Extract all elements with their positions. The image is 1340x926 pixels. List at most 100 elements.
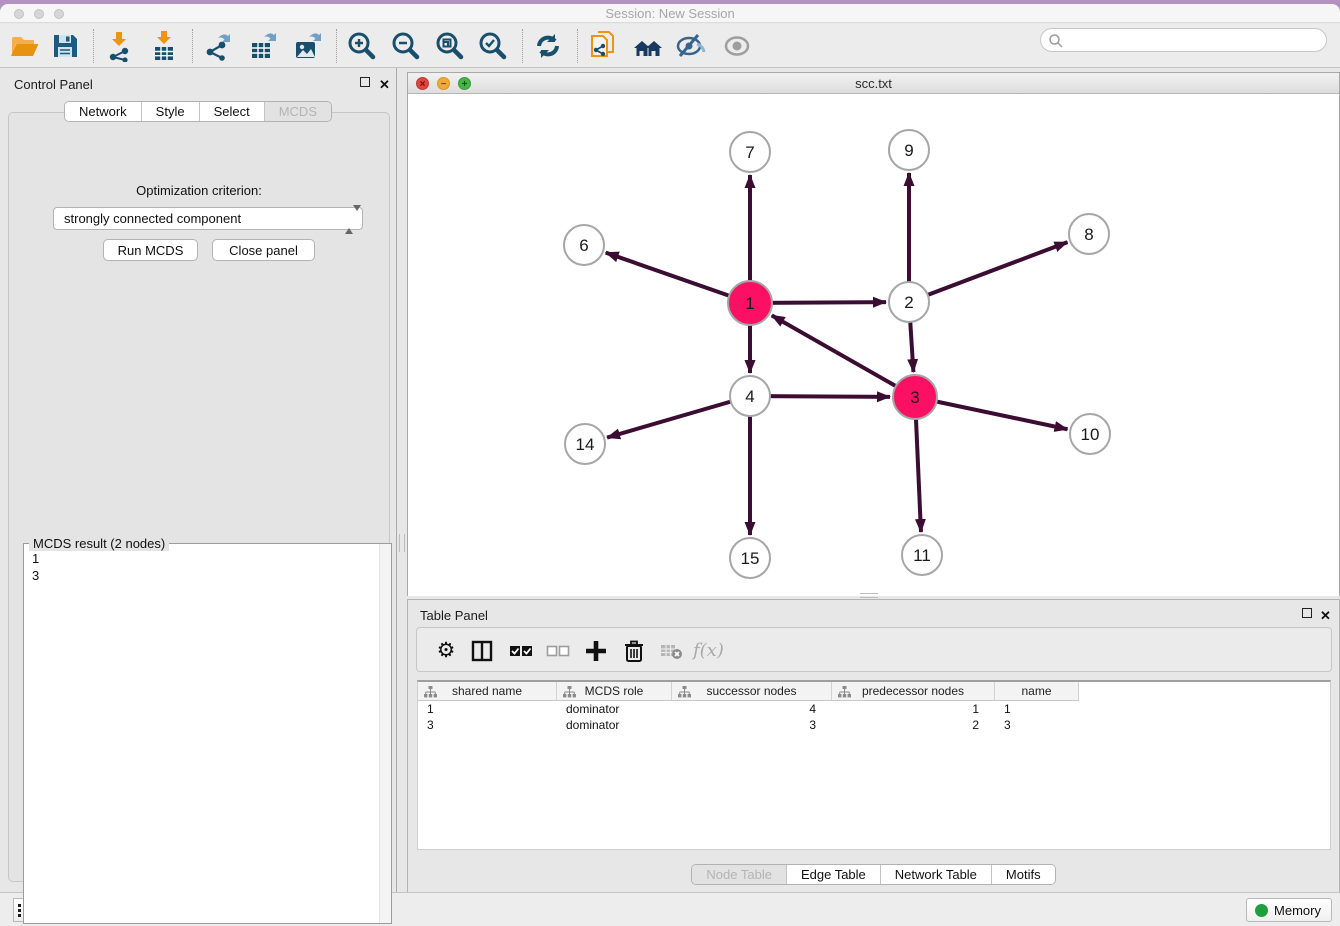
graph-edge-4-14[interactable] xyxy=(607,396,750,438)
column-header-name[interactable]: name xyxy=(995,682,1079,701)
memory-button[interactable]: Memory xyxy=(1246,898,1332,922)
column-chooser-icon[interactable] xyxy=(470,639,494,663)
network-view-window: × − + scc.txt 1234678910111415 xyxy=(407,72,1340,596)
cell-predecessor-nodes[interactable]: 1 xyxy=(832,701,995,717)
close-panel-button[interactable]: Close panel xyxy=(212,239,315,261)
graph-edge-2-8[interactable] xyxy=(909,242,1067,302)
result-item[interactable]: 3 xyxy=(24,567,391,584)
save-session-icon[interactable] xyxy=(49,30,81,62)
zoom-fit-icon[interactable] xyxy=(434,30,466,62)
table-toolbar: ⚙ xyxy=(416,627,1332,672)
table-row[interactable]: 1 dominator 4 1 1 xyxy=(418,701,1330,717)
tab-select[interactable]: Select xyxy=(199,102,264,121)
import-table-icon[interactable] xyxy=(148,30,180,62)
result-scrollbar[interactable] xyxy=(379,544,391,923)
vertical-splitter-handle[interactable] xyxy=(399,534,405,552)
tab-mcds[interactable]: MCDS xyxy=(264,102,331,121)
control-panel-title: Control Panel xyxy=(14,77,93,92)
open-file-icon[interactable] xyxy=(8,30,40,62)
tab-edge-table[interactable]: Edge Table xyxy=(786,865,880,884)
tab-network-table[interactable]: Network Table xyxy=(880,865,991,884)
column-header-mcds-role[interactable]: MCDS role xyxy=(557,682,672,701)
cell-name[interactable]: 1 xyxy=(995,701,1079,717)
result-item[interactable]: 1 xyxy=(24,550,391,567)
column-header-predecessor-nodes[interactable]: predecessor nodes xyxy=(832,682,995,701)
add-column-icon[interactable] xyxy=(584,639,608,663)
function-builder-icon: f(x) xyxy=(693,639,733,663)
zoom-out-icon[interactable] xyxy=(390,30,422,62)
toolbar-separator xyxy=(577,29,578,63)
search-input[interactable] xyxy=(1067,30,1317,50)
graph-node-label: 3 xyxy=(910,388,919,407)
column-header-successor-nodes[interactable]: successor nodes xyxy=(672,682,832,701)
delete-column-trash-icon[interactable] xyxy=(622,639,646,663)
table-header-row: shared name MCDS role successor nodes pr… xyxy=(418,682,1330,701)
cell-successor-nodes[interactable]: 3 xyxy=(672,717,832,733)
export-image-icon[interactable] xyxy=(292,30,324,62)
graph-edge-3-10[interactable] xyxy=(915,397,1067,429)
cell-shared-name[interactable]: 1 xyxy=(418,701,557,717)
close-panel-icon[interactable]: ✕ xyxy=(379,76,392,89)
table-panel-tabs: Node Table Edge Table Network Table Moti… xyxy=(408,864,1339,885)
apply-layout-icon[interactable] xyxy=(532,30,564,62)
search-field[interactable] xyxy=(1040,28,1327,52)
title-bar: Session: New Session xyxy=(0,4,1340,23)
zoom-in-icon[interactable] xyxy=(346,30,378,62)
hide-graphics-details-icon[interactable] xyxy=(675,30,707,62)
tab-style[interactable]: Style xyxy=(141,102,199,121)
graph-node-label: 2 xyxy=(904,293,913,312)
graph-node-label: 8 xyxy=(1084,225,1093,244)
graph-node-label: 9 xyxy=(904,141,913,160)
tab-network[interactable]: Network xyxy=(65,102,141,121)
show-graphics-details-icon xyxy=(721,30,753,62)
tab-motifs[interactable]: Motifs xyxy=(991,865,1055,884)
float-panel-icon[interactable] xyxy=(360,76,373,89)
graph-edge-4-3[interactable] xyxy=(750,396,890,397)
control-panel: Control Panel ✕ Network Style Select MCD… xyxy=(0,68,397,892)
column-type-icon xyxy=(678,686,691,698)
cell-shared-name[interactable]: 3 xyxy=(418,717,557,733)
criterion-dropdown[interactable]: strongly connected component xyxy=(53,207,363,230)
toolbar-separator xyxy=(522,29,523,63)
node-table[interactable]: shared name MCDS role successor nodes pr… xyxy=(417,680,1331,850)
toolbar-separator xyxy=(336,29,337,63)
main-toolbar xyxy=(0,24,1340,68)
column-type-icon xyxy=(424,686,437,698)
graph-node-label: 7 xyxy=(745,143,754,162)
network-canvas[interactable]: 1234678910111415 xyxy=(408,95,1339,596)
horizontal-splitter-handle[interactable] xyxy=(860,593,878,598)
cell-mcds-role[interactable]: dominator xyxy=(557,701,672,717)
mcds-result-list[interactable]: 1 3 xyxy=(24,550,391,584)
network-window-titlebar[interactable]: × − + scc.txt xyxy=(408,73,1339,94)
cell-predecessor-nodes[interactable]: 2 xyxy=(832,717,995,733)
table-row[interactable]: 3 dominator 3 2 3 xyxy=(418,717,1330,733)
toolbar-separator xyxy=(192,29,193,63)
table-panel: Table Panel ✕ ⚙ xyxy=(407,599,1340,894)
settings-gear-icon[interactable]: ⚙ xyxy=(434,639,458,663)
zoom-selected-icon[interactable] xyxy=(477,30,509,62)
dropdown-stepper-icon xyxy=(345,211,356,227)
window-title: Session: New Session xyxy=(0,6,1340,21)
tab-node-table[interactable]: Node Table xyxy=(692,865,786,884)
cell-successor-nodes[interactable]: 4 xyxy=(672,701,832,717)
export-network-icon[interactable] xyxy=(202,30,234,62)
graph-node-label: 15 xyxy=(741,549,760,568)
cell-mcds-role[interactable]: dominator xyxy=(557,717,672,733)
application-window: Session: New Session xyxy=(0,0,1340,926)
toolbar-separator xyxy=(93,29,94,63)
cell-name[interactable]: 3 xyxy=(995,717,1079,733)
run-mcds-button[interactable]: Run MCDS xyxy=(103,239,198,261)
column-header-shared-name[interactable]: shared name xyxy=(418,682,557,701)
close-table-panel-icon[interactable]: ✕ xyxy=(1320,607,1333,620)
select-all-icon[interactable] xyxy=(509,639,533,663)
mcds-result-title: MCDS result (2 nodes) xyxy=(29,536,169,551)
memory-status-icon xyxy=(1255,904,1268,917)
first-neighbors-icon[interactable] xyxy=(632,30,664,62)
new-network-from-selection-icon[interactable] xyxy=(587,30,619,62)
unselect-all-icon[interactable] xyxy=(546,639,570,663)
graph-edge-3-1[interactable] xyxy=(772,315,915,397)
float-table-panel-icon[interactable] xyxy=(1302,607,1315,620)
import-network-icon[interactable] xyxy=(103,30,135,62)
mcds-result-box: MCDS result (2 nodes) 1 3 xyxy=(23,543,392,924)
export-table-icon[interactable] xyxy=(247,30,279,62)
